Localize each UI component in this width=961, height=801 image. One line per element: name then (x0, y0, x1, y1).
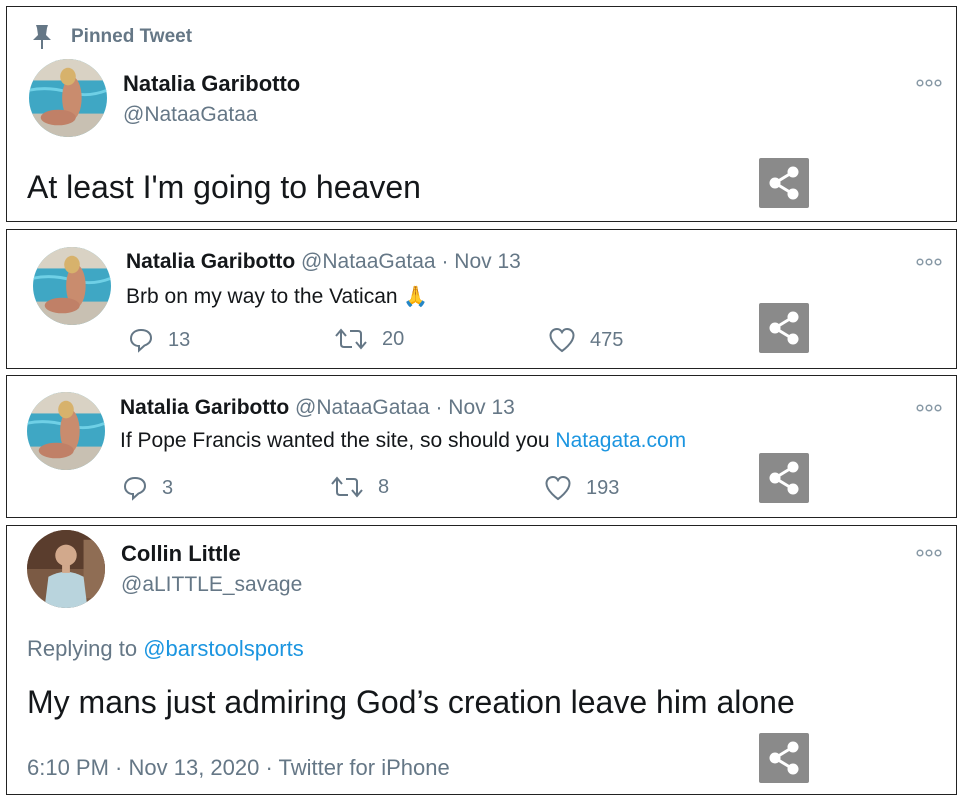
share-icon[interactable] (759, 303, 809, 353)
retweet-icon (330, 475, 364, 499)
more-options-icon[interactable] (916, 549, 942, 557)
user-handle[interactable]: @NataaGataa (295, 396, 430, 419)
praying-hands-emoji: 🙏 (403, 286, 429, 308)
tweet-card[interactable]: Natalia Garibotto @NataaGataa · Nov 13 B… (6, 229, 957, 369)
reply-count: 3 (162, 476, 174, 499)
tweet-detail-card[interactable]: Collin Little @aLITTLE_savage Replying t… (6, 525, 957, 795)
user-handle[interactable]: @aLITTLE_savage (121, 573, 302, 597)
more-options-icon[interactable] (916, 79, 942, 87)
avatar[interactable] (27, 392, 105, 470)
like-button[interactable]: 193 (544, 475, 619, 501)
replying-to-handle[interactable]: @barstoolsports (143, 636, 304, 661)
tweet-text: At least I'm going to heaven (27, 169, 421, 205)
display-name[interactable]: Collin Little (121, 541, 241, 567)
tweet-card[interactable]: Natalia Garibotto @NataaGataa · Nov 13 I… (6, 375, 957, 518)
pinned-tweet-label: Pinned Tweet (31, 24, 192, 50)
tweet-link[interactable]: Natagata.com (555, 429, 686, 452)
tweet-text: If Pope Francis wanted the site, so shou… (120, 429, 550, 452)
avatar[interactable] (29, 59, 107, 137)
retweet-count: 8 (378, 475, 390, 498)
reply-button[interactable]: 3 (122, 475, 173, 501)
share-icon[interactable] (759, 453, 809, 503)
display-name[interactable]: Natalia Garibotto (126, 250, 295, 273)
reply-count: 13 (168, 328, 191, 351)
separator: · (435, 396, 443, 419)
share-icon[interactable] (759, 158, 809, 208)
tweet-text: Brb on my way to the Vatican (126, 285, 398, 308)
display-name[interactable]: Natalia Garibotto (123, 71, 300, 97)
tweet-text: My mans just admiring God’s creation lea… (27, 684, 795, 720)
tweet-text-line: Brb on my way to the Vatican 🙏 (126, 284, 428, 309)
tweet-header: Natalia Garibotto @NataaGataa · Nov 13 (126, 250, 521, 274)
replying-to-label: Replying to (27, 636, 138, 661)
reply-icon (128, 327, 154, 353)
tweet-text-line: If Pope Francis wanted the site, so shou… (120, 429, 686, 453)
heart-icon (544, 475, 572, 501)
pin-icon (33, 25, 51, 49)
more-options-icon[interactable] (916, 404, 942, 412)
retweet-icon (334, 327, 368, 351)
display-name[interactable]: Natalia Garibotto (120, 396, 289, 419)
avatar[interactable] (33, 247, 111, 325)
like-button[interactable]: 475 (548, 327, 623, 353)
reply-button[interactable]: 13 (128, 327, 190, 353)
replying-to-line: Replying to @barstoolsports (27, 636, 304, 662)
separator: · (441, 250, 449, 273)
tweet-date[interactable]: Nov 13 (454, 250, 521, 273)
reply-icon (122, 475, 148, 501)
share-icon[interactable] (759, 733, 809, 783)
like-count: 475 (590, 328, 624, 351)
tweet-date[interactable]: Nov 13 (448, 396, 515, 419)
user-handle[interactable]: @NataaGataa (123, 103, 258, 127)
retweet-button[interactable]: 8 (330, 475, 389, 499)
pinned-tweet-card[interactable]: Pinned Tweet Natalia Garibotto @NataaGat… (6, 6, 957, 222)
tweet-timestamp[interactable]: 6:10 PM · Nov 13, 2020 · Twitter for iPh… (27, 755, 450, 781)
retweet-button[interactable]: 20 (334, 327, 404, 351)
heart-icon (548, 327, 576, 353)
user-handle[interactable]: @NataaGataa (301, 250, 436, 273)
more-options-icon[interactable] (916, 258, 942, 266)
pinned-tweet-text: Pinned Tweet (71, 26, 193, 47)
like-count: 193 (586, 476, 620, 499)
avatar[interactable] (27, 530, 105, 608)
tweet-header: Natalia Garibotto @NataaGataa · Nov 13 (120, 396, 515, 420)
retweet-count: 20 (382, 327, 405, 350)
